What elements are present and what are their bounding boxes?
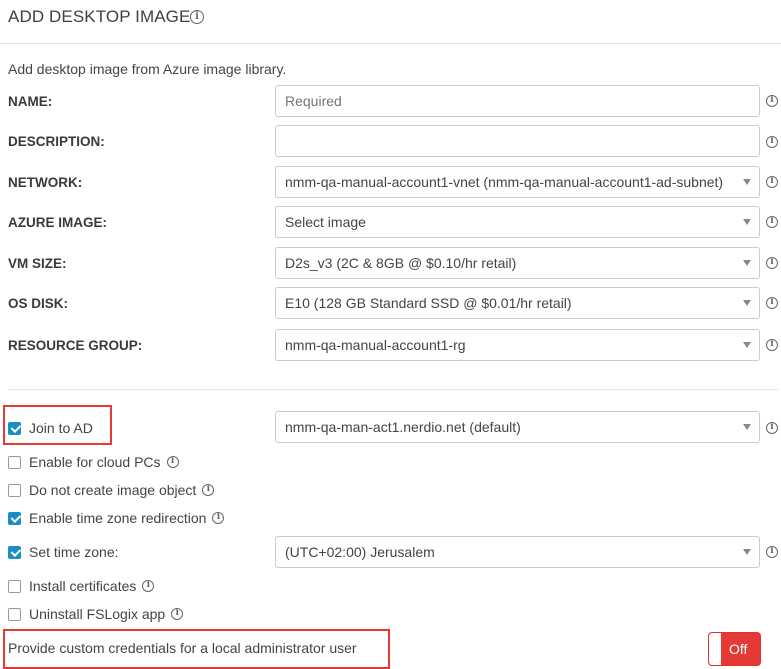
set-time-zone-label: Set time zone:	[29, 544, 119, 560]
vm-size-select[interactable]: D2s_v3 (2C & 8GB @ $0.10/hr retail)	[275, 247, 760, 279]
install-certs-option[interactable]: Install certificates i	[8, 577, 155, 595]
name-label: NAME:	[8, 94, 53, 109]
network-select[interactable]: nmm-qa-manual-account1-vnet (nmm-qa-manu…	[275, 166, 760, 198]
time-zone-select[interactable]: (UTC+02:00) Jerusalem	[275, 536, 760, 568]
description-input[interactable]	[275, 125, 760, 157]
info-icon[interactable]: i	[202, 484, 215, 496]
os-disk-label: OS DISK:	[8, 296, 69, 311]
dialog-subtitle: Add desktop image from Azure image libra…	[8, 61, 287, 77]
info-icon[interactable]: i	[766, 546, 778, 558]
info-icon[interactable]: i	[766, 216, 778, 228]
info-icon[interactable]: i	[171, 608, 184, 620]
cloud-pcs-option[interactable]: Enable for cloud PCs i	[8, 453, 179, 471]
info-icon[interactable]: i	[766, 257, 778, 269]
tz-redirection-option[interactable]: Enable time zone redirection i	[8, 509, 225, 527]
tz-redirection-checkbox[interactable]	[8, 511, 21, 525]
no-image-object-label: Do not create image object	[29, 482, 197, 498]
cloud-pcs-label: Enable for cloud PCs	[29, 454, 161, 470]
time-zone-value: (UTC+02:00) Jerusalem	[285, 544, 435, 560]
join-ad-label: Join to AD	[29, 420, 93, 436]
description-label: DESCRIPTION:	[8, 134, 105, 149]
toggle-state: Off	[729, 641, 748, 657]
install-certs-checkbox[interactable]	[8, 579, 21, 593]
install-certs-label: Install certificates	[29, 578, 137, 594]
custom-credentials-toggle[interactable]: Off	[708, 632, 761, 666]
chevron-down-icon	[743, 219, 751, 225]
vm-size-value: D2s_v3 (2C & 8GB @ $0.10/hr retail)	[285, 255, 517, 271]
info-icon[interactable]: i	[766, 422, 778, 434]
dialog-title: ADD DESKTOP IMAGE	[8, 7, 191, 26]
info-icon[interactable]: i	[766, 297, 778, 309]
dialog-header: ADD DESKTOP IMAGE i	[0, 0, 781, 44]
set-time-zone-option[interactable]: Set time zone:	[8, 543, 119, 561]
no-image-object-checkbox[interactable]	[8, 483, 21, 497]
uninstall-fslogix-option[interactable]: Uninstall FSLogix app i	[8, 605, 184, 623]
resource-group-select[interactable]: nmm-qa-manual-account1-rg	[275, 329, 760, 361]
os-disk-value: E10 (128 GB Standard SSD @ $0.01/hr reta…	[285, 295, 572, 311]
azure-image-value: Select image	[285, 214, 366, 230]
info-icon[interactable]: i	[166, 456, 179, 468]
cloud-pcs-checkbox[interactable]	[8, 455, 21, 469]
join-ad-option[interactable]: Join to AD	[8, 419, 93, 437]
name-input[interactable]	[275, 85, 760, 117]
chevron-down-icon	[743, 300, 751, 306]
chevron-down-icon	[743, 179, 751, 185]
info-icon[interactable]: i	[766, 339, 778, 351]
info-icon[interactable]: i	[766, 95, 778, 107]
info-icon[interactable]: i	[766, 136, 778, 148]
ad-domain-select[interactable]: nmm-qa-man-act1.nerdio.net (default)	[275, 411, 760, 443]
chevron-down-icon	[743, 424, 751, 430]
azure-image-select[interactable]: Select image	[275, 206, 760, 238]
uninstall-fslogix-label: Uninstall FSLogix app	[29, 606, 166, 622]
chevron-down-icon	[743, 342, 751, 348]
info-icon[interactable]: i	[190, 10, 204, 24]
join-ad-checkbox[interactable]	[8, 421, 21, 435]
info-icon[interactable]: i	[766, 176, 778, 188]
section-divider	[8, 389, 778, 390]
vm-size-label: VM SIZE:	[8, 256, 67, 271]
toggle-knob	[709, 633, 721, 665]
uninstall-fslogix-checkbox[interactable]	[8, 607, 21, 621]
network-label: NETWORK:	[8, 175, 83, 190]
resource-group-value: nmm-qa-manual-account1-rg	[285, 337, 466, 353]
chevron-down-icon	[743, 549, 751, 555]
info-icon[interactable]: i	[212, 512, 225, 524]
resource-group-label: RESOURCE GROUP:	[8, 338, 143, 353]
set-time-zone-checkbox[interactable]	[8, 545, 21, 559]
custom-credentials-label: Provide custom credentials for a local a…	[8, 640, 357, 656]
network-value: nmm-qa-manual-account1-vnet (nmm-qa-manu…	[285, 174, 724, 190]
azure-image-label: AZURE IMAGE:	[8, 215, 107, 230]
os-disk-select[interactable]: E10 (128 GB Standard SSD @ $0.01/hr reta…	[275, 287, 760, 319]
ad-domain-value: nmm-qa-man-act1.nerdio.net (default)	[285, 419, 521, 435]
info-icon[interactable]: i	[142, 580, 155, 592]
chevron-down-icon	[743, 260, 751, 266]
no-image-object-option[interactable]: Do not create image object i	[8, 481, 215, 499]
tz-redirection-label: Enable time zone redirection	[29, 510, 207, 526]
